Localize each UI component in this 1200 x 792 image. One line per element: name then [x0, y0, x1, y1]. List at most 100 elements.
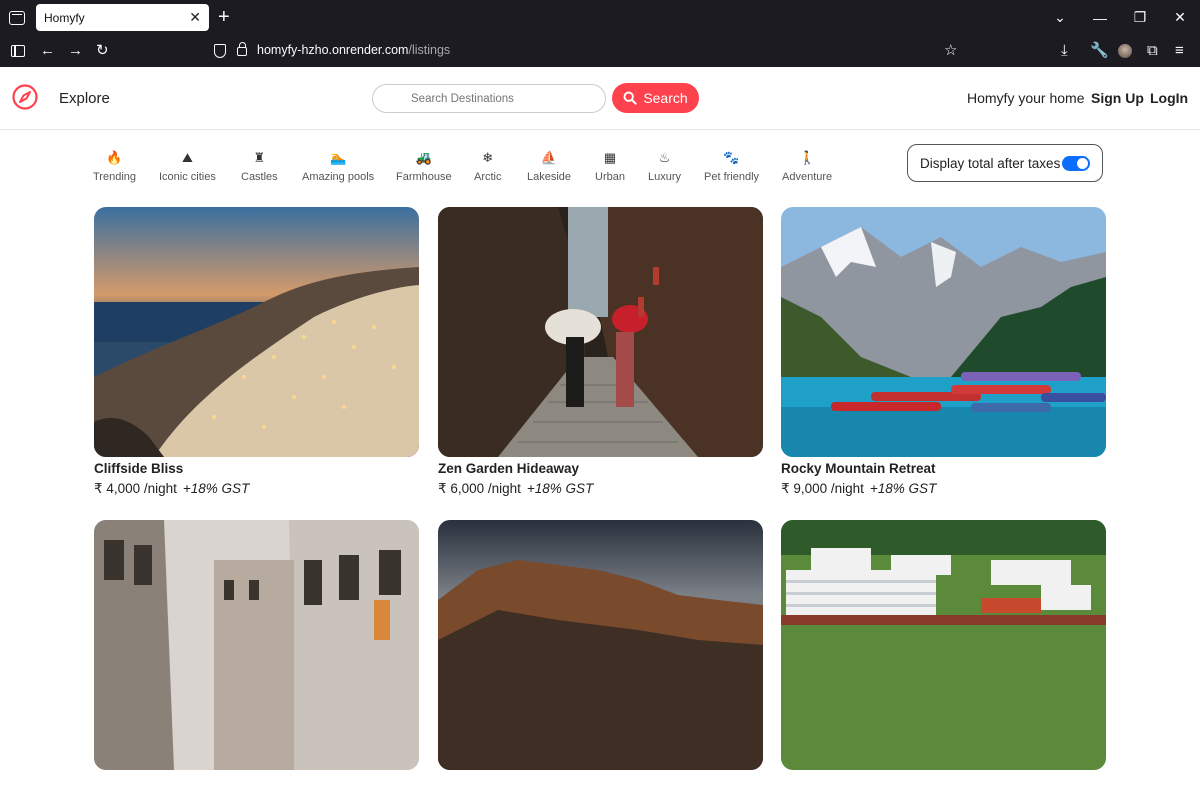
- login-link[interactable]: LogIn: [1150, 90, 1188, 106]
- downloads-icon[interactable]: ⤓: [1061, 42, 1068, 60]
- filter-iconic-cities[interactable]: ⛰ Iconic cities: [159, 150, 216, 183]
- filter-label: Arctic: [474, 171, 502, 183]
- listing-title: Cliffside Bliss: [94, 461, 184, 476]
- filter-urban[interactable]: ▦ Urban: [595, 150, 625, 183]
- listing-image[interactable]: [94, 520, 419, 770]
- list-all-tabs-icon[interactable]: ⌄: [1040, 9, 1080, 26]
- url-host: homyfy-hzho.onrender.com: [257, 43, 409, 57]
- search-button[interactable]: Search: [612, 83, 699, 113]
- back-icon[interactable]: ←: [40, 42, 55, 60]
- mountain-lake-image: [781, 207, 1106, 457]
- person-hiking-icon: 🚶: [798, 150, 816, 165]
- fire-icon: 🔥: [106, 150, 123, 165]
- city-icon: ▦: [603, 150, 617, 165]
- menu-icon[interactable]: ≡: [1175, 42, 1184, 60]
- listing-card[interactable]: Cliffside Bliss ₹ 4,000 /night +18% GST: [94, 207, 419, 497]
- listing-image[interactable]: [781, 520, 1106, 770]
- host-home-link[interactable]: Homyfy your home: [967, 90, 1084, 106]
- mountain-city-icon: ⛰: [181, 150, 193, 165]
- lock-icon[interactable]: [237, 42, 247, 56]
- price-value: ₹ 6,000 /night: [438, 481, 521, 496]
- signup-link[interactable]: Sign Up: [1091, 90, 1144, 106]
- filter-amazing-pools[interactable]: 🏊 Amazing pools: [302, 150, 374, 183]
- listing-image[interactable]: [438, 520, 763, 770]
- nav-bar: ← → ↻ homyfy-hzho.onrender.com/listings …: [0, 35, 1200, 67]
- listing-card[interactable]: [94, 520, 419, 792]
- close-tab-icon[interactable]: ✕: [189, 9, 201, 26]
- listing-card[interactable]: [438, 520, 763, 792]
- sidebar-icon[interactable]: [11, 45, 25, 57]
- filter-label: Amazing pools: [302, 171, 375, 183]
- price-value: ₹ 4,000 /night: [94, 481, 177, 496]
- spa-icon: ♨: [658, 150, 671, 165]
- window-controls: ⌄ — ❐ ✕: [1040, 0, 1200, 35]
- close-window-icon[interactable]: ✕: [1160, 9, 1200, 26]
- listing-title: Zen Garden Hideaway: [438, 461, 580, 476]
- forward-icon[interactable]: →: [68, 42, 83, 60]
- extensions-icon[interactable]: ⧉: [1147, 42, 1158, 60]
- filter-luxury[interactable]: ♨ Luxury: [648, 150, 681, 183]
- table-mountain-image: [438, 520, 763, 770]
- filter-label: Iconic cities: [159, 171, 216, 183]
- listing-price: ₹ 9,000 /night +18% GST: [781, 481, 1106, 497]
- filter-label: Farmhouse: [396, 171, 452, 183]
- listing-title: [781, 774, 1106, 792]
- listing-image[interactable]: [94, 207, 419, 457]
- person-swimming-icon: 🏊: [329, 150, 347, 165]
- restore-icon[interactable]: ❐: [1120, 9, 1160, 26]
- filter-label: Castles: [241, 171, 278, 183]
- gst-label: +18% GST: [869, 481, 937, 496]
- new-tab-button[interactable]: +: [218, 6, 230, 29]
- tab-list-icon[interactable]: [9, 10, 25, 25]
- filter-label: Lakeside: [527, 171, 572, 183]
- sailboat-icon: ⛵: [540, 150, 558, 165]
- tax-toggle-switch[interactable]: [1062, 156, 1090, 171]
- filter-trending[interactable]: 🔥 Trending: [93, 150, 136, 183]
- kyoto-street-image: [438, 207, 763, 457]
- search-button-label: Search: [643, 90, 688, 106]
- listing-card[interactable]: Zen Garden Hideaway ₹ 6,000 /night +18% G…: [438, 207, 763, 497]
- search-input[interactable]: [372, 84, 606, 113]
- tax-toggle[interactable]: Display total after taxes: [907, 144, 1103, 182]
- explore-link[interactable]: Explore: [59, 90, 110, 107]
- listing-title: [94, 774, 419, 792]
- listing-card[interactable]: [781, 520, 1106, 792]
- filter-bar: 🔥 Trending ⛰ Iconic cities ♜ Castles 🏊 A…: [0, 130, 1200, 207]
- tax-toggle-label: Display total after taxes: [920, 155, 1061, 171]
- tab-bar: Homyfy ✕ + ⌄ — ❐ ✕: [0, 0, 1200, 35]
- chess-rook-icon: ♜: [253, 150, 266, 165]
- gst-label: +18% GST: [526, 481, 594, 496]
- filter-lakeside[interactable]: ⛵ Lakeside: [527, 150, 571, 183]
- listing-card[interactable]: Rocky Mountain Retreat ₹ 9,000 /night +18…: [781, 207, 1106, 497]
- filter-farmhouse[interactable]: 🚜 Farmhouse: [396, 150, 452, 183]
- filter-castles[interactable]: ♜ Castles: [241, 150, 278, 183]
- url-path: /listings: [408, 43, 451, 57]
- browser-chrome: Homyfy ✕ + ⌄ — ❐ ✕ ← → ↻ homyfy-hzho.onr…: [0, 0, 1200, 67]
- listing-image[interactable]: [438, 207, 763, 457]
- gst-label: +18% GST: [182, 481, 250, 496]
- filter-label: Trending: [93, 171, 137, 183]
- minimize-icon[interactable]: —: [1080, 10, 1120, 26]
- filter-label: Pet friendly: [704, 171, 760, 183]
- waterfront-town-image: [781, 520, 1106, 770]
- filter-adventure[interactable]: 🚶 Adventure: [782, 150, 832, 183]
- filter-pet-friendly[interactable]: 🐾 Pet friendly: [704, 150, 759, 183]
- reload-icon[interactable]: ↻: [96, 42, 109, 60]
- filter-arctic[interactable]: ❄ Arctic: [474, 150, 502, 183]
- listing-price: ₹ 6,000 /night +18% GST: [438, 481, 763, 497]
- bookmark-star-icon[interactable]: ☆: [944, 42, 957, 60]
- paw-icon: 🐾: [723, 150, 740, 165]
- listing-title: Rocky Mountain Retreat: [781, 461, 936, 476]
- wrench-icon[interactable]: 🔧: [1090, 42, 1109, 60]
- santorini-image: [94, 207, 419, 457]
- browser-tab[interactable]: Homyfy ✕: [36, 4, 209, 31]
- paris-building-image: [94, 520, 419, 770]
- compass-logo-icon[interactable]: [11, 83, 39, 111]
- site-header: Explore Search Homyfy your home Sign Up …: [0, 67, 1200, 130]
- price-value: ₹ 9,000 /night: [781, 481, 864, 496]
- address-bar[interactable]: homyfy-hzho.onrender.com/listings: [257, 43, 450, 57]
- tracking-protection-icon[interactable]: [214, 44, 226, 58]
- listing-image[interactable]: [781, 207, 1106, 457]
- search-icon: [623, 91, 638, 105]
- account-avatar[interactable]: [1118, 44, 1132, 58]
